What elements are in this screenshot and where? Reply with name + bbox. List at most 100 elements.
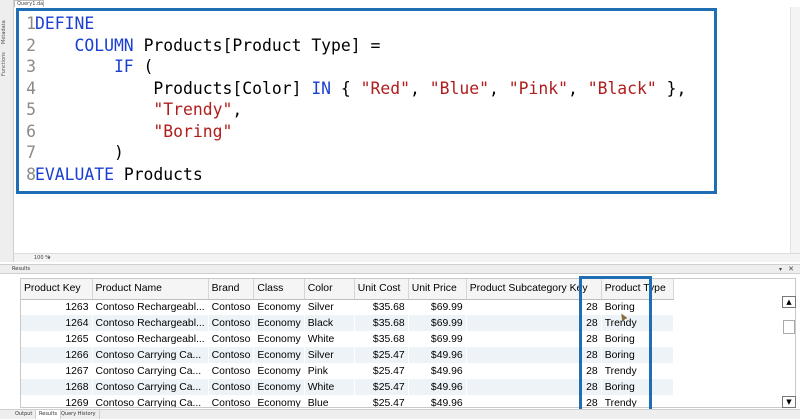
table-cell[interactable]: Trendy — [601, 395, 673, 408]
code-line[interactable]: "Trendy", — [35, 99, 242, 120]
table-cell[interactable]: White — [304, 331, 354, 347]
table-cell[interactable]: Contoso Rechargeabl... — [92, 299, 208, 315]
panel-dropdown-icon[interactable]: ▾ — [779, 265, 782, 274]
table-cell[interactable]: 28 — [466, 331, 601, 347]
table-cell[interactable]: 28 — [466, 395, 601, 408]
column-header[interactable]: Product Subcategory Key — [466, 279, 602, 300]
table-row[interactable]: 1265 Contoso Rechargeabl... Contoso Economy… — [21, 331, 673, 347]
results-scrollbar[interactable]: ▲ ▼ — [782, 296, 796, 408]
table-row[interactable]: 1268 Contoso Carrying Ca... Contoso Economy… — [21, 379, 674, 395]
table-cell[interactable]: Economy — [253, 379, 305, 395]
table-cell[interactable]: 28 — [466, 379, 602, 395]
code-line[interactable]: DEFINE — [35, 13, 94, 34]
table-cell[interactable]: 28 — [466, 299, 601, 315]
table-cell[interactable]: 1264 — [21, 315, 92, 331]
table-cell[interactable]: $25.47 — [354, 347, 409, 363]
column-header[interactable]: Unit Cost — [354, 279, 409, 300]
column-header[interactable]: Product Key — [21, 279, 93, 300]
code-line[interactable]: Products[Color] IN { "Red", "Blue", "Pin… — [35, 78, 686, 99]
table-cell[interactable]: $49.96 — [408, 363, 466, 379]
table-cell[interactable]: 28 — [466, 347, 602, 363]
column-header[interactable]: Unit Price — [408, 279, 467, 300]
table-cell[interactable]: Black — [304, 315, 355, 331]
column-header[interactable]: Class — [253, 279, 305, 300]
column-header[interactable]: Color — [304, 279, 355, 300]
table-cell[interactable]: Boring — [601, 347, 674, 363]
table-cell[interactable]: Boring — [601, 299, 673, 315]
table-cell[interactable]: $25.47 — [354, 395, 408, 408]
table-cell[interactable]: 1269 — [21, 395, 92, 408]
table-cell[interactable]: Contoso Carrying Ca... — [92, 395, 208, 408]
table-cell[interactable]: $69.99 — [408, 299, 466, 315]
table-cell[interactable]: $69.99 — [408, 315, 467, 331]
code-line[interactable]: COLUMN Products[Product Type] = — [35, 35, 380, 56]
column-header[interactable]: Product Type — [601, 279, 674, 300]
table-row[interactable]: 1269 Contoso Carrying Ca... Contoso Economy… — [21, 395, 673, 408]
code-line[interactable]: ) — [35, 142, 124, 163]
table-cell[interactable]: Contoso — [208, 347, 254, 363]
table-cell[interactable]: Boring — [601, 331, 673, 347]
code-line[interactable]: "Boring" — [35, 121, 232, 142]
table-cell[interactable]: Trendy — [601, 315, 674, 331]
code-line[interactable]: IF ( — [35, 56, 154, 77]
table-cell[interactable]: $25.47 — [354, 363, 408, 379]
table-cell[interactable]: Economy — [253, 315, 305, 331]
table-row[interactable]: 1264 Contoso Rechargeabl... Contoso Economy… — [21, 315, 674, 331]
table-cell[interactable]: 1263 — [21, 299, 92, 315]
results-grid[interactable]: Product Key Product Name Brand Class Color Un… — [20, 278, 796, 408]
table-cell[interactable]: $35.68 — [354, 299, 408, 315]
side-tab-functions[interactable]: Functions — [1, 46, 12, 76]
table-cell[interactable]: Economy — [254, 395, 304, 408]
table-cell[interactable]: $49.96 — [408, 347, 467, 363]
table-cell[interactable]: Contoso Rechargeabl... — [92, 331, 208, 347]
table-cell[interactable]: Contoso — [208, 299, 254, 315]
table-cell[interactable]: Contoso Carrying Ca... — [92, 363, 208, 379]
table-cell[interactable]: Contoso — [208, 395, 254, 408]
table-cell[interactable]: $35.68 — [354, 315, 409, 331]
table-cell[interactable]: Trendy — [601, 363, 673, 379]
table-row[interactable]: 1266 Contoso Carrying Ca... Contoso Economy… — [21, 347, 674, 363]
scroll-up-icon[interactable]: ▲ — [782, 296, 796, 308]
table-cell[interactable]: Contoso — [208, 331, 254, 347]
table-cell[interactable]: $25.47 — [354, 379, 409, 395]
table-cell[interactable]: Contoso — [208, 379, 254, 395]
table-row[interactable]: 1267 Contoso Carrying Ca... Contoso Economy… — [21, 363, 673, 379]
table-cell[interactable]: Contoso — [208, 363, 254, 379]
table-cell[interactable]: Economy — [254, 299, 304, 315]
table-cell[interactable]: Silver — [304, 299, 354, 315]
table-cell[interactable]: Blue — [304, 395, 354, 408]
table-cell[interactable]: 1266 — [21, 347, 92, 363]
table-cell[interactable]: $35.68 — [354, 331, 408, 347]
table-cell[interactable]: Boring — [601, 379, 674, 395]
tab-query-history[interactable]: Query History — [58, 410, 100, 419]
table-cell[interactable]: $49.96 — [408, 379, 467, 395]
zoom-dropdown-icon[interactable]: ▾ — [48, 256, 51, 261]
table-cell[interactable]: 1268 — [21, 379, 92, 395]
table-cell[interactable]: $49.96 — [408, 395, 466, 408]
table-row[interactable]: 1263 Contoso Rechargeabl... Contoso Economy… — [21, 299, 673, 315]
table-cell[interactable]: Contoso — [208, 315, 254, 331]
table-cell[interactable]: White — [304, 379, 355, 395]
table-cell[interactable]: Contoso Carrying Ca... — [92, 379, 209, 395]
query-editor[interactable]: 1 DEFINE 2 COLUMN Products[Product Type] =… — [14, 7, 800, 255]
scrollbar-thumb[interactable] — [783, 320, 795, 334]
table-cell[interactable]: Silver — [304, 347, 355, 363]
table-cell[interactable]: 1265 — [21, 331, 92, 347]
table-cell[interactable]: Economy — [253, 347, 305, 363]
table-cell[interactable]: Economy — [254, 363, 304, 379]
close-icon[interactable]: ✕ — [788, 265, 794, 274]
table-cell[interactable]: Pink — [304, 363, 354, 379]
column-header[interactable]: Product Name — [92, 279, 209, 300]
table-cell[interactable]: $69.99 — [408, 331, 466, 347]
table-cell[interactable]: Contoso Rechargeabl... — [92, 315, 209, 331]
editor-scrollbar[interactable] — [790, 7, 800, 255]
side-tab-metadata[interactable]: Metadata — [1, 14, 12, 44]
table-cell[interactable]: 1267 — [21, 363, 92, 379]
table-cell[interactable]: 28 — [466, 315, 602, 331]
code-line[interactable]: EVALUATE Products — [35, 164, 203, 185]
table-cell[interactable]: Economy — [254, 331, 304, 347]
scroll-down-icon[interactable]: ▼ — [782, 396, 796, 408]
table-cell[interactable]: Contoso Carrying Ca... — [92, 347, 209, 363]
editor-tab[interactable]: Query1.dax* — [14, 0, 44, 7]
tab-output[interactable]: Output — [12, 410, 37, 419]
